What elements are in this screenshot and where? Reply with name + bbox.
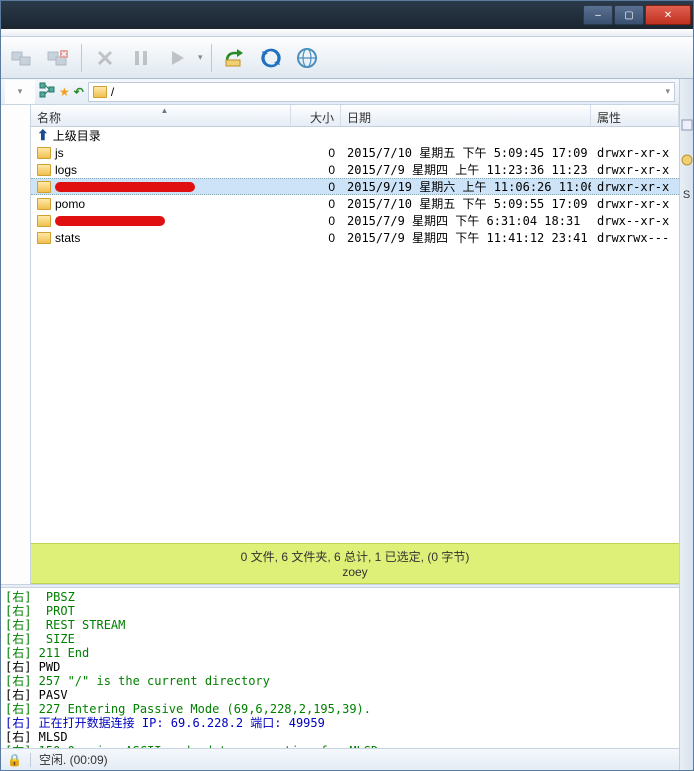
file-date: 2015/7/9 星期四 下午 11:41:12 23:41 (341, 229, 591, 246)
folder-icon (37, 232, 51, 244)
edge-label-s: S (683, 189, 690, 201)
log-line: [右] 正在打开数据连接 IP: 69.6.228.2 端口: 49959 (5, 716, 675, 730)
table-row[interactable]: logs 02015/7/9 星期四 上午 11:23:36 11:23drwxr… (31, 161, 679, 178)
folder-icon (37, 147, 51, 159)
sort-asc-icon: ▲ (161, 106, 169, 115)
play-icon (162, 43, 192, 73)
file-size: 0 (291, 197, 341, 211)
file-attr: drwxr-xr-x (591, 180, 679, 194)
file-size: 0 (291, 231, 341, 245)
toolbar: ▾ (1, 37, 693, 79)
favorite-icon[interactable]: ★ (59, 85, 70, 99)
table-row[interactable]: 02015/7/9 星期四 下午 6:31:04 18:31drwx--xr-x (31, 212, 679, 229)
file-name: js (55, 146, 64, 160)
log-panel[interactable]: [右] PBSZ[右] PROT[右] REST STREAM[右] SIZE[… (1, 588, 679, 748)
col-name[interactable]: 名称▲ (31, 105, 291, 126)
edge-icon-2[interactable] (681, 154, 693, 169)
log-line: [右] PROT (5, 604, 675, 618)
file-attr: drwxr-xr-x (591, 146, 679, 160)
folder-icon (93, 86, 107, 98)
status-text: 空闲. (00:09) (39, 751, 108, 768)
file-attr: drwxr-xr-x (591, 163, 679, 177)
log-line: [右] 227 Entering Passive Mode (69,6,228,… (5, 702, 675, 716)
menubar (1, 29, 693, 37)
file-name: logs (55, 163, 77, 177)
file-name: pomo (55, 197, 85, 211)
up-icon: ⬆ (37, 127, 49, 144)
right-edge: S (679, 79, 693, 770)
pause-icon (126, 43, 156, 73)
file-attr: drwx--xr-x (591, 214, 679, 228)
abort-icon (90, 43, 120, 73)
file-size: 0 (291, 214, 341, 228)
table-row[interactable]: pomo 02015/7/10 星期五 下午 5:09:55 17:09drwxr… (31, 195, 679, 212)
path-text: / (111, 85, 114, 99)
titlebar: – ▢ ✕ (1, 1, 693, 29)
left-gutter (1, 105, 31, 584)
redacted-name (55, 182, 195, 192)
file-attr: drwxrwx--- (591, 231, 679, 245)
log-line: [右] PBSZ (5, 590, 675, 604)
path-dropdown-icon[interactable]: ▾ (665, 86, 670, 97)
table-row[interactable]: 02015/9/19 星期六 上午 11:06:26 11:06drwxr-xr… (31, 178, 679, 195)
dropdown-icon[interactable]: ▾ (18, 86, 23, 97)
log-line: [右] REST STREAM (5, 618, 675, 632)
folder-icon (37, 164, 51, 176)
log-line: [右] SIZE (5, 632, 675, 646)
log-line: [右] MLSD (5, 730, 675, 744)
log-line: [右] 257 "/" is the current directory (5, 674, 675, 688)
table-row[interactable]: stats 02015/7/9 星期四 下午 11:41:12 23:41drwx… (31, 229, 679, 246)
file-list[interactable]: ⬆上级目录js02015/7/10 星期五 下午 5:09:45 17:09dr… (31, 127, 679, 543)
play-dropdown-icon[interactable]: ▾ (198, 52, 203, 63)
log-line: [右] PASV (5, 688, 675, 702)
folder-icon (37, 198, 51, 210)
file-date: 2015/9/19 星期六 上午 11:06:26 11:06 (341, 178, 591, 195)
file-attr: drwxr-xr-x (591, 197, 679, 211)
file-date: 2015/7/9 星期四 下午 6:31:04 18:31 (341, 212, 591, 229)
folder-icon (37, 215, 51, 227)
status-bar: 🔒 空闲. (00:09) (1, 748, 679, 770)
close-button[interactable]: ✕ (645, 5, 691, 25)
refresh-icon[interactable] (256, 43, 286, 73)
maximize-button[interactable]: ▢ (614, 5, 644, 25)
path-input[interactable]: / ▾ (88, 82, 675, 102)
file-date: 2015/7/9 星期四 上午 11:23:36 11:23 (341, 161, 591, 178)
list-header: 名称▲ 大小 日期 属性 (31, 105, 679, 127)
table-row[interactable]: ⬆上级目录 (31, 127, 679, 144)
connect-icon (7, 43, 37, 73)
log-line: [右] PWD (5, 660, 675, 674)
disconnect-icon (43, 43, 73, 73)
redacted-name (55, 216, 165, 226)
transfer-icon[interactable] (220, 43, 250, 73)
globe-icon[interactable] (292, 43, 322, 73)
address-bar: ▾ ★ ↶ / ▾ (1, 79, 679, 105)
log-line: [右] 211 End (5, 646, 675, 660)
tree-icon[interactable] (39, 82, 55, 101)
col-size[interactable]: 大小 (291, 105, 341, 126)
table-row[interactable]: js 02015/7/10 星期五 下午 5:09:45 17:09drwxr-x… (31, 144, 679, 161)
folder-icon (37, 181, 51, 193)
file-name: 上级目录 (53, 127, 101, 144)
up-arrow-icon[interactable]: ↶ (74, 85, 84, 99)
col-attr[interactable]: 属性 (591, 105, 679, 126)
lock-icon: 🔒 (7, 753, 22, 767)
file-date: 2015/7/10 星期五 下午 5:09:45 17:09 (341, 144, 591, 161)
file-size: 0 (291, 180, 341, 194)
summary-bar: 0 文件, 6 文件夹, 6 总计, 1 已选定, (0 字节) zoey (31, 543, 679, 584)
file-size: 0 (291, 146, 341, 160)
file-name: stats (55, 231, 80, 245)
col-date[interactable]: 日期 (341, 105, 591, 126)
file-size: 0 (291, 163, 341, 177)
file-date: 2015/7/10 星期五 下午 5:09:55 17:09 (341, 195, 591, 212)
minimize-button[interactable]: – (583, 5, 613, 25)
edge-icon-1[interactable] (681, 119, 693, 134)
